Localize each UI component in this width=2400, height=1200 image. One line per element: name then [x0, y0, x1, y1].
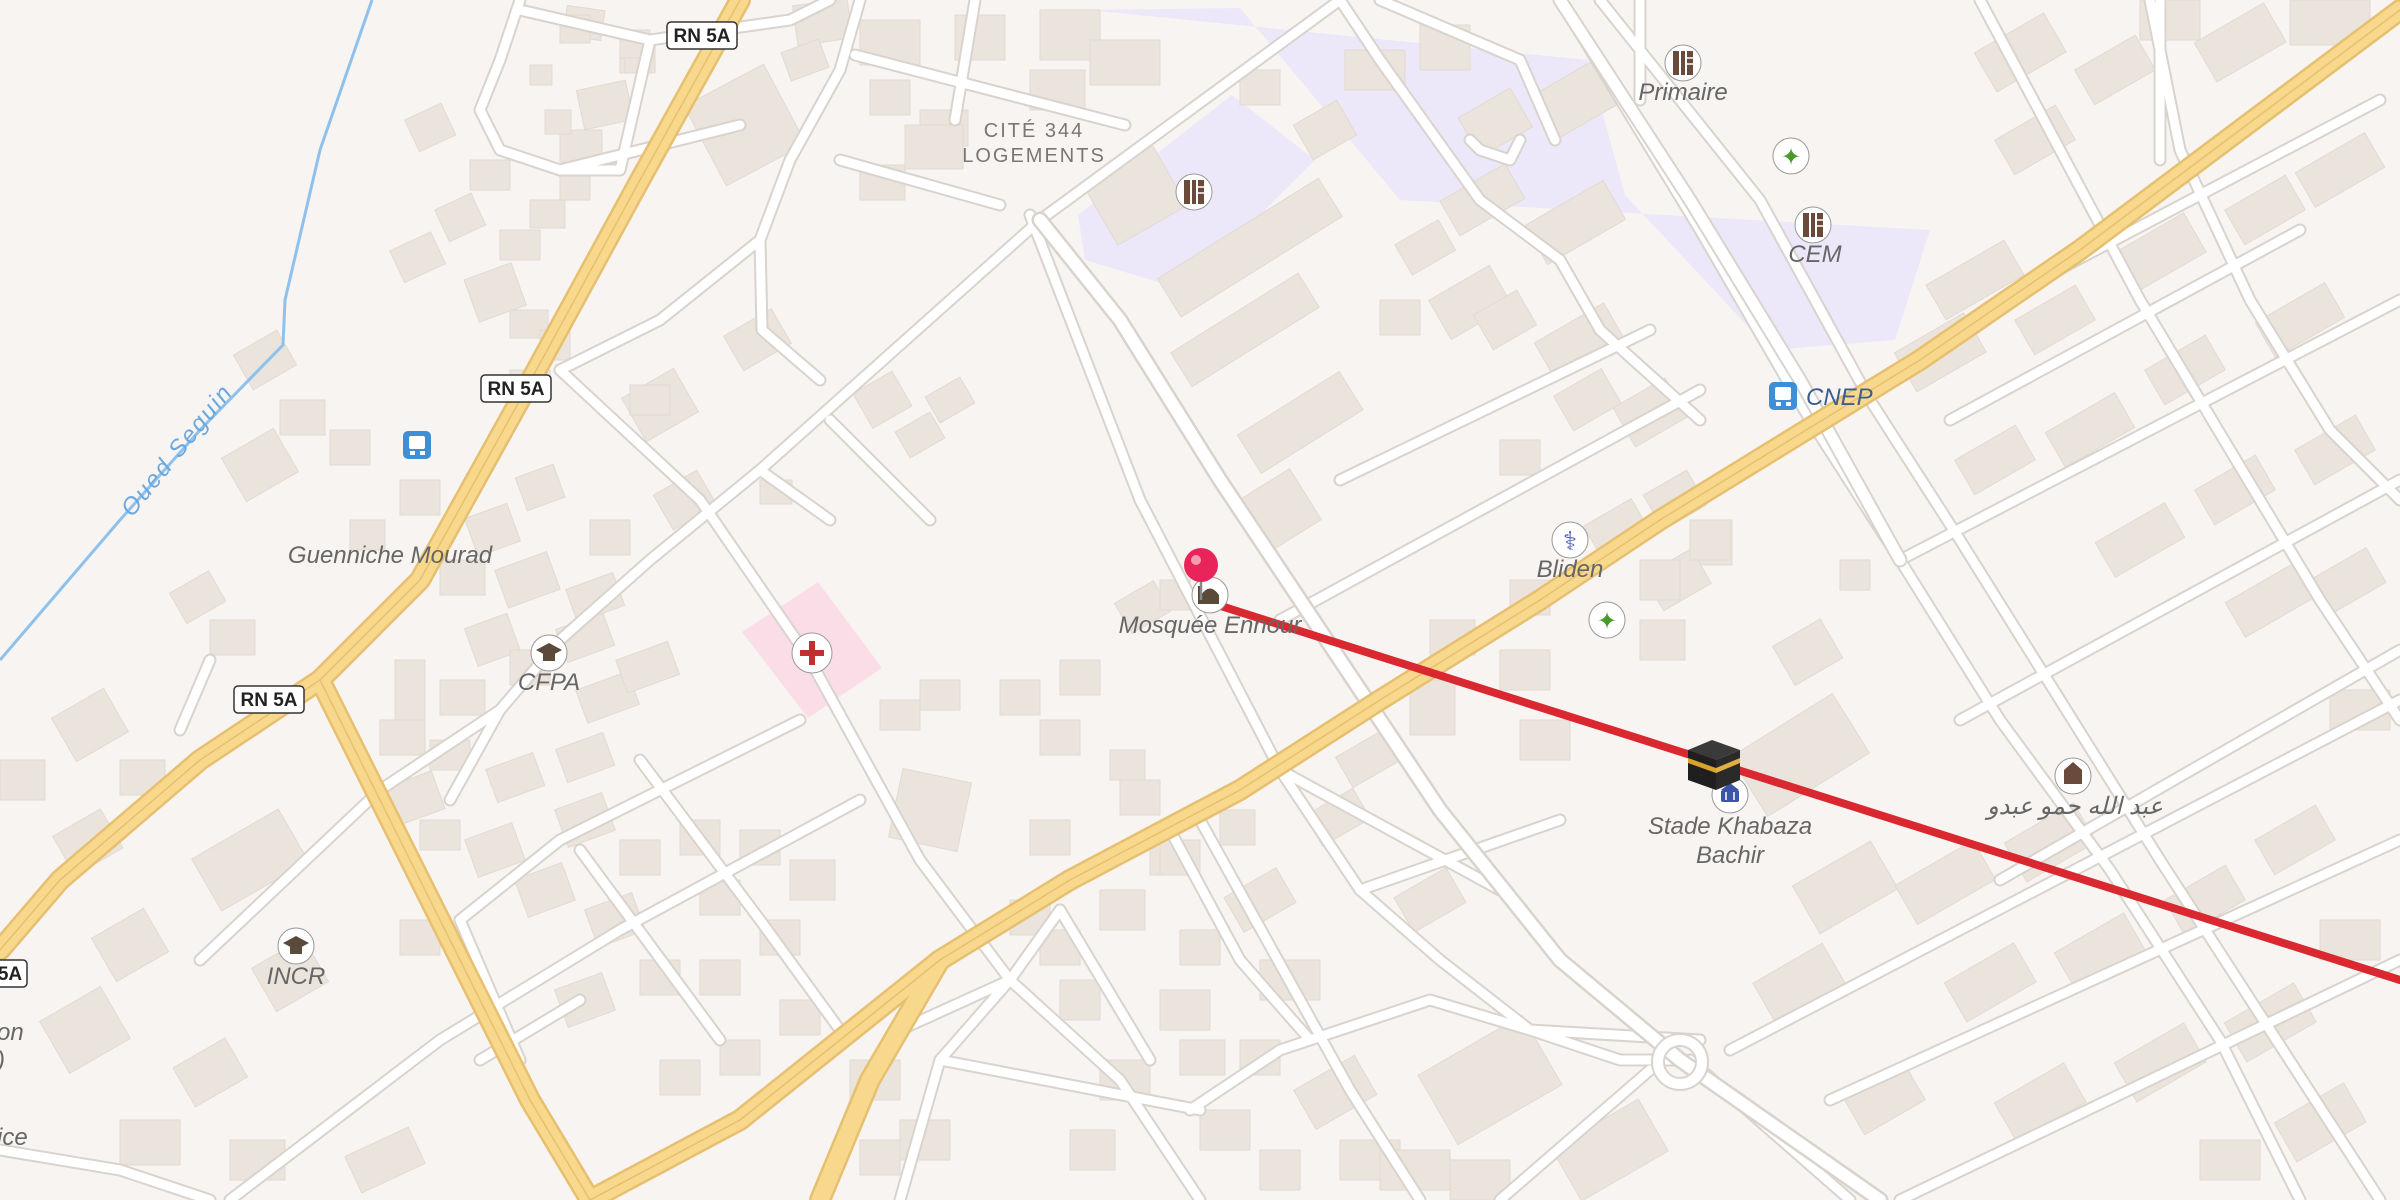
place-label-guenniche: Guenniche Mourad	[288, 542, 493, 569]
building	[1039, 719, 1081, 756]
building	[999, 679, 1041, 716]
kaaba-icon	[1688, 740, 1740, 790]
building	[919, 679, 961, 711]
poi-sports[interactable]: ✦	[1772, 137, 1810, 175]
building	[904, 124, 964, 170]
building	[279, 399, 326, 436]
poi-label-line2: Bachir	[1696, 842, 1765, 869]
edge-label: ice	[0, 1124, 28, 1151]
building	[2199, 1139, 2261, 1181]
school-icon	[1673, 51, 1693, 75]
road-shield[interactable]: RN 5A	[233, 685, 305, 714]
road-shield-label: 5A	[0, 964, 22, 985]
building	[1639, 559, 1681, 601]
district-label-line2: LOGEMENTS	[962, 145, 1106, 167]
poi-label: CNEP	[1806, 384, 1873, 411]
building	[1029, 819, 1071, 856]
road-shield[interactable]: RN 5A	[666, 21, 738, 50]
building	[499, 229, 541, 261]
building	[659, 1059, 701, 1096]
building	[1059, 979, 1101, 1021]
road-shield-label: RN 5A	[240, 690, 297, 711]
road-shield-label: RN 5A	[673, 26, 730, 47]
building	[869, 79, 911, 116]
building	[419, 819, 461, 851]
building	[1109, 749, 1146, 781]
building	[469, 159, 511, 191]
building	[394, 659, 426, 721]
building	[887, 767, 973, 853]
poi-school[interactable]	[1175, 173, 1213, 211]
building	[1689, 519, 1731, 561]
building	[399, 479, 441, 516]
sports-icon: ✦	[1597, 607, 1617, 635]
building	[529, 199, 566, 229]
building	[1259, 1149, 1301, 1191]
building	[589, 519, 631, 556]
road-shield[interactable]: 5A	[0, 959, 28, 988]
poi-hospital[interactable]	[791, 632, 833, 674]
poi-sports[interactable]: ✦	[1588, 601, 1626, 639]
poi-bus-stop[interactable]	[403, 431, 431, 459]
poi-label-line1: Stade Khabaza	[1648, 813, 1812, 840]
school-icon	[1184, 180, 1204, 204]
kaaba-marker[interactable]	[1688, 740, 1740, 790]
poi-cnep[interactable]: CNEP	[1769, 382, 1873, 411]
school-icon	[1803, 213, 1823, 237]
edge-label: on	[0, 1019, 24, 1046]
poi-label: Primaire	[1638, 79, 1727, 106]
building	[1059, 659, 1101, 696]
road-shield[interactable]: RN 5A	[480, 374, 552, 403]
building	[1069, 1129, 1116, 1171]
building	[1179, 929, 1221, 966]
building	[1199, 1109, 1251, 1151]
building	[209, 619, 256, 656]
building	[544, 109, 572, 135]
building	[1839, 559, 1871, 591]
building	[1099, 889, 1146, 931]
building	[859, 1139, 901, 1176]
poi-label: Mosquée Ennour	[1119, 612, 1303, 639]
poi-label: CFPA	[518, 669, 580, 696]
building	[629, 384, 671, 416]
road-shield-label: RN 5A	[487, 379, 544, 400]
edge-label: )	[0, 1047, 5, 1074]
sports-icon: ✦	[1781, 143, 1801, 171]
poi-label: CEM	[1788, 241, 1841, 268]
building	[0, 759, 46, 801]
building	[1499, 439, 1541, 476]
poi-label: INCR	[267, 963, 326, 990]
building	[439, 679, 486, 716]
building	[1219, 809, 1256, 846]
map-canvas[interactable]: Oued Seguin RN 5A RN 5A RN 5A 5A CITÉ 34…	[0, 0, 2400, 1200]
building	[619, 839, 661, 876]
building	[1159, 989, 1211, 1031]
building	[1379, 299, 1421, 336]
building	[529, 64, 553, 86]
building	[699, 959, 741, 996]
building	[1639, 619, 1686, 661]
district-label-line1: CITÉ 344	[984, 119, 1084, 142]
poi-label: عبد الله حمو عبدو	[1984, 793, 2163, 820]
location-pin-icon	[1184, 548, 1218, 582]
building	[329, 429, 371, 466]
building	[1499, 649, 1551, 691]
building	[1119, 779, 1161, 816]
building	[119, 1119, 181, 1166]
building	[379, 719, 426, 756]
pharmacy-icon: ⚕	[1563, 527, 1577, 557]
map-view[interactable]: Oued Seguin RN 5A RN 5A RN 5A 5A CITÉ 34…	[0, 0, 2400, 1200]
building	[1519, 719, 1571, 761]
poi-label: Bliden	[1537, 556, 1604, 583]
building	[789, 859, 836, 901]
building	[719, 1039, 761, 1076]
building	[1179, 1039, 1226, 1076]
building	[879, 699, 921, 731]
building	[1089, 39, 1161, 86]
